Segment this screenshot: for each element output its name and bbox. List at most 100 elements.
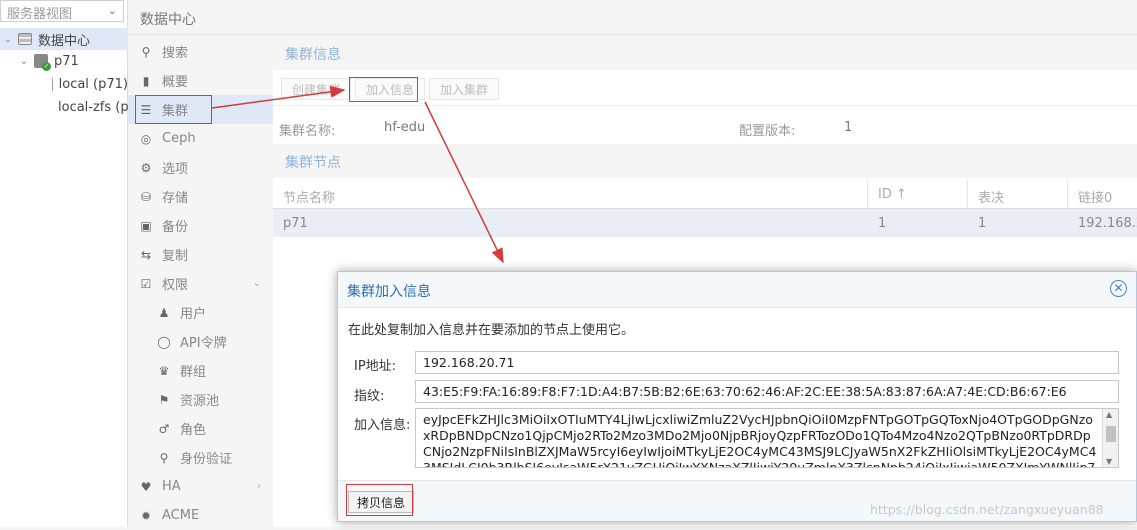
- nav-item-cluster[interactable]: ☰ 集群: [128, 95, 273, 124]
- tree-item-datacenter[interactable]: ⌄ 数据中心: [0, 28, 128, 50]
- nodes-grid-header: 节点名称 ID ↑ 表决 链接0: [273, 180, 1137, 209]
- nav-label: 用户: [180, 307, 207, 322]
- scroll-down-icon[interactable]: ▼: [1106, 457, 1112, 466]
- textarea-scrollbar[interactable]: ▲ ▼: [1102, 409, 1118, 467]
- tree-item-label: local (p71): [58, 76, 128, 92]
- watermark: https://blog.csdn.net/zangxueyuan88: [870, 502, 1104, 517]
- cluster-name-value: hf-edu: [384, 120, 426, 135]
- resource-tree: 服务器视图 ⌄ ⌄ 数据中心 ⌄ ✓ p71 local (p71) local…: [0, 0, 128, 527]
- column-header-node-name[interactable]: 节点名称: [273, 180, 868, 209]
- copy-info-button[interactable]: 拷贝信息: [348, 491, 415, 513]
- user-outline-icon: ◯: [157, 334, 171, 349]
- cell-node-name: p71: [283, 216, 308, 231]
- server-icon: ✓: [34, 54, 51, 71]
- heartbeat-icon: ♥: [140, 479, 152, 494]
- nav-label: 权限: [162, 278, 189, 293]
- storage-icon: [52, 77, 53, 91]
- join-info-textarea[interactable]: eyJpcEFkZHJlc3MiOiIxOTIuMTY4LjIwLjcxliwi…: [415, 408, 1119, 468]
- join-info-button[interactable]: 加入信息: [355, 78, 426, 100]
- close-icon[interactable]: ✕: [1110, 280, 1127, 297]
- certificate-icon: ✹: [140, 508, 152, 523]
- male-icon: ♂: [158, 421, 170, 436]
- nav-item-permissions[interactable]: ☑ 权限 ⌄: [128, 269, 273, 298]
- cluster-nodes-title: 集群节点: [273, 144, 1137, 178]
- nav-label: 概要: [162, 75, 189, 90]
- book-icon: ▮: [142, 73, 150, 88]
- dialog-title: 集群加入信息: [347, 284, 431, 300]
- nav-label: HA: [162, 479, 181, 494]
- scroll-up-icon[interactable]: ▲: [1106, 410, 1112, 419]
- nav-label: 选项: [162, 162, 189, 177]
- unlock-icon: ☑: [140, 276, 152, 291]
- online-check-icon: ✓: [42, 62, 51, 71]
- scroll-thumb[interactable]: [1106, 426, 1116, 442]
- datacenter-icon: [18, 33, 32, 45]
- nav-item-roles[interactable]: ♂ 角色: [128, 414, 273, 443]
- nav-label: 备份: [162, 220, 189, 235]
- cluster-name-label: 集群名称:: [279, 124, 336, 139]
- table-row[interactable]: p71 1 1 192.168.20.71: [273, 209, 1137, 237]
- column-header-id[interactable]: ID ↑: [868, 180, 968, 209]
- fingerprint-label: 指纹:: [354, 389, 385, 404]
- nav-label: 存储: [162, 191, 189, 206]
- nav-item-backup[interactable]: ▣ 备份: [128, 211, 273, 240]
- view-selector[interactable]: 服务器视图 ⌄: [0, 0, 124, 22]
- collapse-icon[interactable]: ⌄: [18, 56, 30, 67]
- tree-item-node[interactable]: ⌄ ✓ p71: [0, 50, 128, 72]
- chevron-down-icon[interactable]: ⌄: [253, 278, 261, 289]
- chevron-down-icon[interactable]: ⌄: [108, 4, 117, 17]
- retweet-icon: ⇆: [140, 247, 152, 262]
- join-cluster-button[interactable]: 加入集群: [429, 78, 500, 100]
- nav-item-storage[interactable]: ⛁ 存储: [128, 182, 273, 211]
- nav-item-authentication[interactable]: ⚲ 身份验证: [128, 443, 273, 472]
- search-icon: ⚲: [141, 44, 151, 59]
- nav-item-api-tokens[interactable]: ◯ API令牌: [128, 327, 273, 356]
- nav-label: 身份验证: [180, 452, 233, 467]
- nav-item-users[interactable]: ♟ 用户: [128, 298, 273, 327]
- content-header: 数据中心: [128, 0, 1137, 35]
- nav-label: 集群: [162, 104, 189, 119]
- create-cluster-button[interactable]: 创建集群: [281, 78, 352, 100]
- nav-label: Ceph: [162, 131, 196, 146]
- nav-item-search[interactable]: ⚲ 搜索: [128, 37, 273, 66]
- tree-item-label: 数据中心: [38, 33, 91, 49]
- nav-item-ha[interactable]: ♥ HA ›: [128, 472, 273, 501]
- chevron-right-icon[interactable]: ›: [257, 481, 261, 492]
- nav-item-options[interactable]: ⚙ 选项: [128, 153, 273, 182]
- tree-item-label: p71: [54, 53, 79, 69]
- column-header-votes[interactable]: 表决: [968, 180, 1068, 209]
- fingerprint-field[interactable]: 43:E5:F9:FA:16:89:F8:F7:1D:A4:B7:5B:B2:6…: [415, 380, 1119, 403]
- tree-item-label: local-zfs (p71): [58, 99, 128, 115]
- cluster-toolbar: 创建集群 加入信息 加入集群: [273, 70, 1137, 106]
- dialog-header: 集群加入信息 ✕: [338, 272, 1136, 308]
- nav-item-summary[interactable]: ▮ 概要: [128, 66, 273, 95]
- nav-item-pools[interactable]: ⚑ 资源池: [128, 385, 273, 414]
- config-version-label: 配置版本:: [739, 124, 796, 139]
- config-version-value: 1: [844, 120, 853, 135]
- page-title: 数据中心: [140, 12, 196, 28]
- ip-address-field[interactable]: 192.168.20.71: [415, 351, 1119, 374]
- tree-item-storage-local[interactable]: local (p71): [0, 73, 128, 95]
- column-header-link0[interactable]: 链接0: [1068, 180, 1137, 209]
- join-info-label: 加入信息:: [354, 418, 411, 433]
- nav-item-replication[interactable]: ⇆ 复制: [128, 240, 273, 269]
- nav-item-ceph[interactable]: ◎ Ceph: [128, 124, 273, 153]
- nav-label: 群组: [180, 365, 207, 380]
- cell-votes: 1: [978, 216, 987, 231]
- cluster-info-row: 集群名称: hf-edu 配置版本: 1: [273, 110, 1137, 144]
- nav-item-acme[interactable]: ✹ ACME: [128, 501, 273, 530]
- key-icon: ⚲: [159, 450, 169, 465]
- tree-item-storage-local-zfs[interactable]: local-zfs (p71): [0, 96, 128, 118]
- cell-link0: 192.168.20.71: [1078, 216, 1137, 231]
- cluster-join-info-dialog: 集群加入信息 ✕ 在此处复制加入信息并在要添加的节点上使用它。 IP地址: 19…: [337, 271, 1137, 522]
- nav-label: ACME: [162, 508, 200, 523]
- ip-address-label: IP地址:: [354, 359, 397, 374]
- cluster-info-title: 集群信息: [273, 36, 1137, 70]
- dialog-description: 在此处复制加入信息并在要添加的节点上使用它。: [348, 323, 635, 338]
- nav-item-groups[interactable]: ♛ 群组: [128, 356, 273, 385]
- collapse-icon[interactable]: ⌄: [2, 34, 14, 45]
- nav-label: 角色: [180, 423, 207, 438]
- cell-id: 1: [878, 216, 887, 231]
- server-stack-icon: ☰: [140, 102, 152, 117]
- view-selector-value: 服务器视图: [7, 7, 73, 22]
